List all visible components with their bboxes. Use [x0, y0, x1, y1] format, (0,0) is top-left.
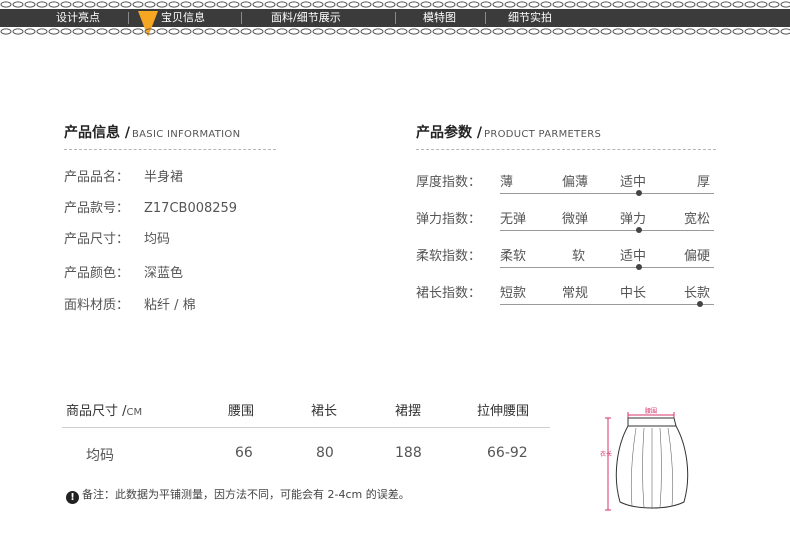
- info-row: 产品颜色： 深蓝色: [64, 266, 184, 281]
- info-row: 面料材质： 粘纤 / 棉: [64, 298, 196, 313]
- param-scale-line: [500, 304, 714, 305]
- param-option: 短款: [500, 286, 527, 301]
- param-scale-marker: [636, 264, 642, 270]
- col-stretch-waist: 拉伸腰围: [477, 404, 530, 419]
- params-heading: 产品参数 / PRODUCT PARMETERS: [416, 125, 602, 141]
- param-scale-marker: [636, 227, 642, 233]
- cell-stretch-waist: 66-92: [487, 445, 528, 461]
- nav-separator: [128, 12, 129, 24]
- param-option: 适中: [620, 175, 647, 190]
- param-option: 偏薄: [562, 175, 589, 190]
- nav-item-model[interactable]: 模特图: [423, 9, 456, 27]
- col-length: 裙长: [311, 404, 338, 419]
- bottom-chain-border: [0, 28, 790, 35]
- info-row: 产品款号： Z17CB008259: [64, 201, 238, 216]
- top-chain-border: [0, 1, 790, 8]
- param-option: 适中: [620, 249, 647, 264]
- cell-waist: 66: [235, 445, 253, 461]
- param-option: 软: [572, 249, 586, 264]
- length-label: 衣长: [600, 450, 612, 458]
- size-table-header: 商品尺寸 /CM: [66, 404, 143, 419]
- info-divider: [64, 149, 276, 150]
- nav-separator: [395, 12, 396, 24]
- param-option: 厚: [697, 175, 711, 190]
- param-option: 柔软: [500, 249, 527, 264]
- param-option: 薄: [500, 175, 514, 190]
- param-label: 弹力指数：: [416, 212, 482, 227]
- info-row: 产品品名： 半身裙: [64, 170, 184, 185]
- nav-item-product-info[interactable]: 宝贝信息: [161, 9, 205, 27]
- param-scale-line: [500, 267, 714, 268]
- param-scale-marker: [697, 301, 703, 307]
- waist-label: 腰围: [645, 408, 657, 415]
- nav-separator: [241, 12, 242, 24]
- param-option: 长款: [684, 286, 711, 301]
- row-size-label: 均码: [86, 448, 114, 464]
- param-scale-line: [500, 230, 714, 231]
- param-option: 常规: [562, 286, 589, 301]
- col-waist: 腰围: [228, 404, 255, 419]
- param-scale-marker: [636, 190, 642, 196]
- param-option: 中长: [620, 286, 647, 301]
- nav-item-fabric-details[interactable]: 面料/细节展示: [271, 9, 341, 27]
- param-option: 无弹: [500, 212, 527, 227]
- param-scale-line: [500, 193, 714, 194]
- info-row: 产品尺寸： 均码: [64, 232, 171, 247]
- param-option: 偏硬: [684, 249, 711, 264]
- table-divider: [62, 427, 550, 428]
- param-label: 厚度指数：: [416, 175, 482, 190]
- param-label: 裙长指数：: [416, 286, 482, 301]
- param-label: 柔软指数：: [416, 249, 482, 264]
- col-hem: 裙摆: [395, 404, 422, 419]
- nav-separator: [485, 12, 486, 24]
- param-option: 微弹: [562, 212, 589, 227]
- section-nav-bar: 设计亮点 宝贝信息 面料/细节展示 模特图 细节实拍: [0, 9, 790, 27]
- info-heading: 产品信息 / BASIC INFORMATION: [64, 125, 241, 141]
- nav-item-design[interactable]: 设计亮点: [56, 9, 100, 27]
- exclamation-icon: !: [66, 491, 79, 504]
- params-divider: [416, 149, 716, 150]
- nav-item-detail-photos[interactable]: 细节实拍: [508, 9, 552, 27]
- param-option: 宽松: [684, 212, 711, 227]
- cell-hem: 188: [395, 445, 422, 461]
- measurement-note: ! 备注：此数据为平铺测量，因方法不同，可能会有 2-4cm 的误差。: [66, 486, 410, 504]
- skirt-measure-diagram: 腰围 衣长: [600, 408, 689, 511]
- param-option: 弹力: [620, 212, 647, 227]
- cell-length: 80: [316, 445, 334, 461]
